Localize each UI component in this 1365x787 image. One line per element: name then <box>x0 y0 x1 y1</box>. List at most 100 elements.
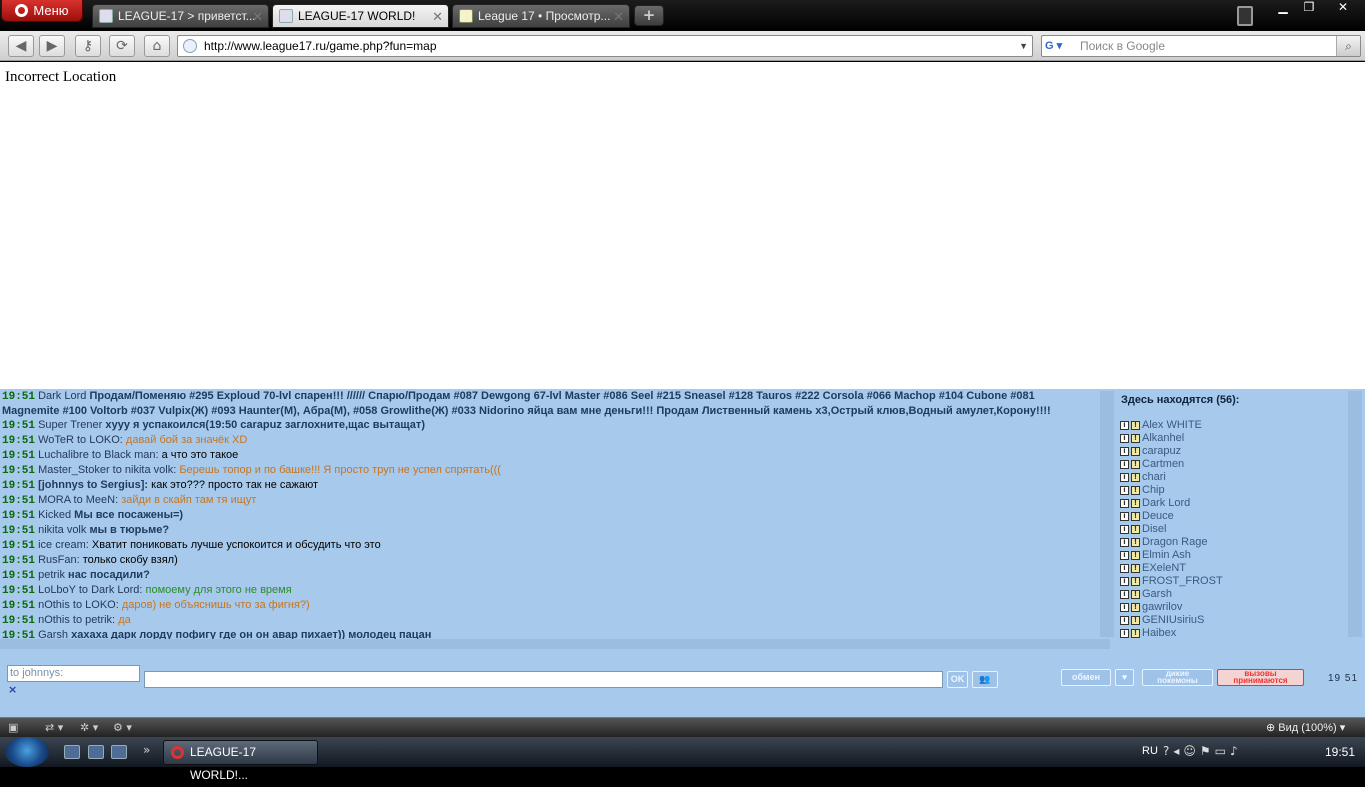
online-user[interactable]: i! Alex WHITE <box>1120 419 1340 432</box>
key-icon[interactable]: ⚷ <box>75 35 101 57</box>
start-button[interactable] <box>5 737 49 767</box>
user-name[interactable]: EXeleNT <box>1142 562 1186 575</box>
quicklaunch-switch-icon[interactable] <box>88 745 104 759</box>
user-private-icon[interactable]: ! <box>1131 512 1140 521</box>
user-name[interactable]: FROST_FROST <box>1142 575 1223 588</box>
panel-toggle-icon[interactable]: ▣ <box>8 721 18 735</box>
quicklaunch-more-icon[interactable]: » <box>143 743 150 757</box>
send-button[interactable]: OK <box>947 671 968 688</box>
user-info-icon[interactable]: i <box>1120 499 1129 508</box>
trash-icon[interactable] <box>1237 6 1253 26</box>
back-button[interactable]: ◀ <box>8 35 34 57</box>
quicklaunch-desktop-icon[interactable] <box>111 745 127 759</box>
user-info-icon[interactable]: i <box>1120 603 1129 612</box>
user-name[interactable]: Alkanhel <box>1142 432 1184 445</box>
user-private-icon[interactable]: ! <box>1131 616 1140 625</box>
tab-league-view[interactable]: League 17 • Просмотр... ✕ <box>452 4 630 28</box>
user-name[interactable]: Cartmen <box>1142 458 1184 471</box>
clear-recipient-icon[interactable]: × <box>8 683 17 696</box>
tab-league-forum[interactable]: LEAGUE-17 > приветст... ✕ <box>92 4 269 28</box>
user-private-icon[interactable]: ! <box>1131 499 1140 508</box>
user-private-icon[interactable]: ! <box>1131 590 1140 599</box>
wild-pokemon-button[interactable]: дикие покемоны <box>1142 669 1213 686</box>
user-info-icon[interactable]: i <box>1120 577 1129 586</box>
user-name[interactable]: Dark Lord <box>1142 497 1190 510</box>
online-user[interactable]: i! carapuz <box>1120 445 1340 458</box>
message-author[interactable]: Super Trener <box>38 419 102 431</box>
message-author[interactable]: [johnnys to Sergius]: <box>38 479 148 491</box>
user-name[interactable]: Haibex <box>1142 627 1176 640</box>
minimize-icon[interactable]: ▁ <box>1270 0 1296 14</box>
user-info-icon[interactable]: i <box>1120 590 1129 599</box>
user-name[interactable]: Chip <box>1142 484 1165 497</box>
online-user[interactable]: i! Dragon Rage <box>1120 536 1340 549</box>
heart-icon[interactable]: ♥ <box>1115 669 1134 686</box>
settings-icon[interactable]: ⚙ ▾ <box>113 721 132 735</box>
message-author[interactable]: WoTeR to LOKO: <box>38 434 123 446</box>
user-info-icon[interactable]: i <box>1120 486 1129 495</box>
close-tab-icon[interactable]: ✕ <box>613 9 624 25</box>
message-author[interactable]: LoLboY to Dark Lord: <box>38 584 142 596</box>
close-window-icon[interactable]: ✕ <box>1330 0 1356 14</box>
user-private-icon[interactable]: ! <box>1131 525 1140 534</box>
user-private-icon[interactable]: ! <box>1131 486 1140 495</box>
message-author[interactable]: nOthis to LOKO: <box>38 599 119 611</box>
google-icon[interactable]: G ▾ <box>1045 38 1075 54</box>
user-info-icon[interactable]: i <box>1120 421 1129 430</box>
chat-hscrollbar[interactable] <box>0 639 1110 649</box>
user-private-icon[interactable]: ! <box>1131 434 1140 443</box>
online-user[interactable]: i! FROST_FROST <box>1120 575 1340 588</box>
home-button[interactable]: ⌂ <box>144 35 170 57</box>
user-info-icon[interactable]: i <box>1120 434 1129 443</box>
search-icon[interactable]: ⌕ <box>1336 36 1360 56</box>
user-info-icon[interactable]: i <box>1120 538 1129 547</box>
message-author[interactable]: RusFan: <box>38 554 80 566</box>
user-name[interactable]: GENIUsiriuS <box>1142 614 1204 627</box>
forward-button[interactable]: ▶ <box>39 35 65 57</box>
user-info-icon[interactable]: i <box>1120 629 1129 638</box>
tab-league-world[interactable]: LEAGUE-17 WORLD! ✕ <box>272 4 449 28</box>
message-author[interactable]: ice cream: <box>38 539 89 551</box>
online-user[interactable]: i! chari <box>1120 471 1340 484</box>
message-author[interactable]: petrik <box>38 569 65 581</box>
online-user[interactable]: i! Haibex <box>1120 627 1340 640</box>
online-user[interactable]: i! Cartmen <box>1120 458 1340 471</box>
users-scrollbar[interactable] <box>1348 391 1362 637</box>
taskbar-opera-button[interactable]: LEAGUE-17 WORLD!... <box>163 740 318 782</box>
online-user[interactable]: i! Disel <box>1120 523 1340 536</box>
reload-button[interactable]: ⟳ <box>109 35 135 57</box>
user-private-icon[interactable]: ! <box>1131 460 1140 469</box>
user-info-icon[interactable]: i <box>1120 473 1129 482</box>
user-private-icon[interactable]: ! <box>1131 629 1140 638</box>
user-name[interactable]: Alex WHITE <box>1142 419 1202 432</box>
search-input[interactable]: G ▾ Поиск в Google ⌕ <box>1041 35 1361 57</box>
user-name[interactable]: Elmin Ash <box>1142 549 1191 562</box>
recipient-field[interactable]: to johnnys: <box>7 665 140 682</box>
user-info-icon[interactable]: i <box>1120 525 1129 534</box>
online-user[interactable]: i! Elmin Ash <box>1120 549 1340 562</box>
online-user[interactable]: i! EXeleNT <box>1120 562 1340 575</box>
online-user[interactable]: i! Deuce <box>1120 510 1340 523</box>
chat-message-input[interactable] <box>144 671 943 688</box>
message-author[interactable]: Kicked <box>38 509 71 521</box>
restore-icon[interactable]: ❐ <box>1296 0 1322 14</box>
user-info-icon[interactable]: i <box>1120 512 1129 521</box>
user-name[interactable]: carapuz <box>1142 445 1181 458</box>
message-author[interactable]: nOthis to petrik: <box>38 614 115 626</box>
opera-menu-button[interactable]: Меню <box>1 0 83 22</box>
message-author[interactable]: Dark Lord <box>38 390 86 402</box>
trade-button[interactable]: обмен <box>1061 669 1111 686</box>
user-private-icon[interactable]: ! <box>1131 447 1140 456</box>
online-user[interactable]: i! gawrilov <box>1120 601 1340 614</box>
user-private-icon[interactable]: ! <box>1131 577 1140 586</box>
turbo-icon[interactable]: ✲ ▾ <box>80 721 98 735</box>
user-name[interactable]: Dragon Rage <box>1142 536 1207 549</box>
address-input[interactable]: http://www.league17.ru/game.php?fun=map ▼ <box>177 35 1033 57</box>
message-author[interactable]: Luchalibre to Black man: <box>38 449 158 461</box>
user-info-icon[interactable]: i <box>1120 460 1129 469</box>
user-name[interactable]: Disel <box>1142 523 1166 536</box>
user-name[interactable]: gawrilov <box>1142 601 1182 614</box>
chat-scrollbar[interactable] <box>1100 391 1114 637</box>
close-tab-icon[interactable]: ✕ <box>432 9 443 25</box>
chevron-down-icon[interactable]: ▼ <box>1019 36 1028 56</box>
